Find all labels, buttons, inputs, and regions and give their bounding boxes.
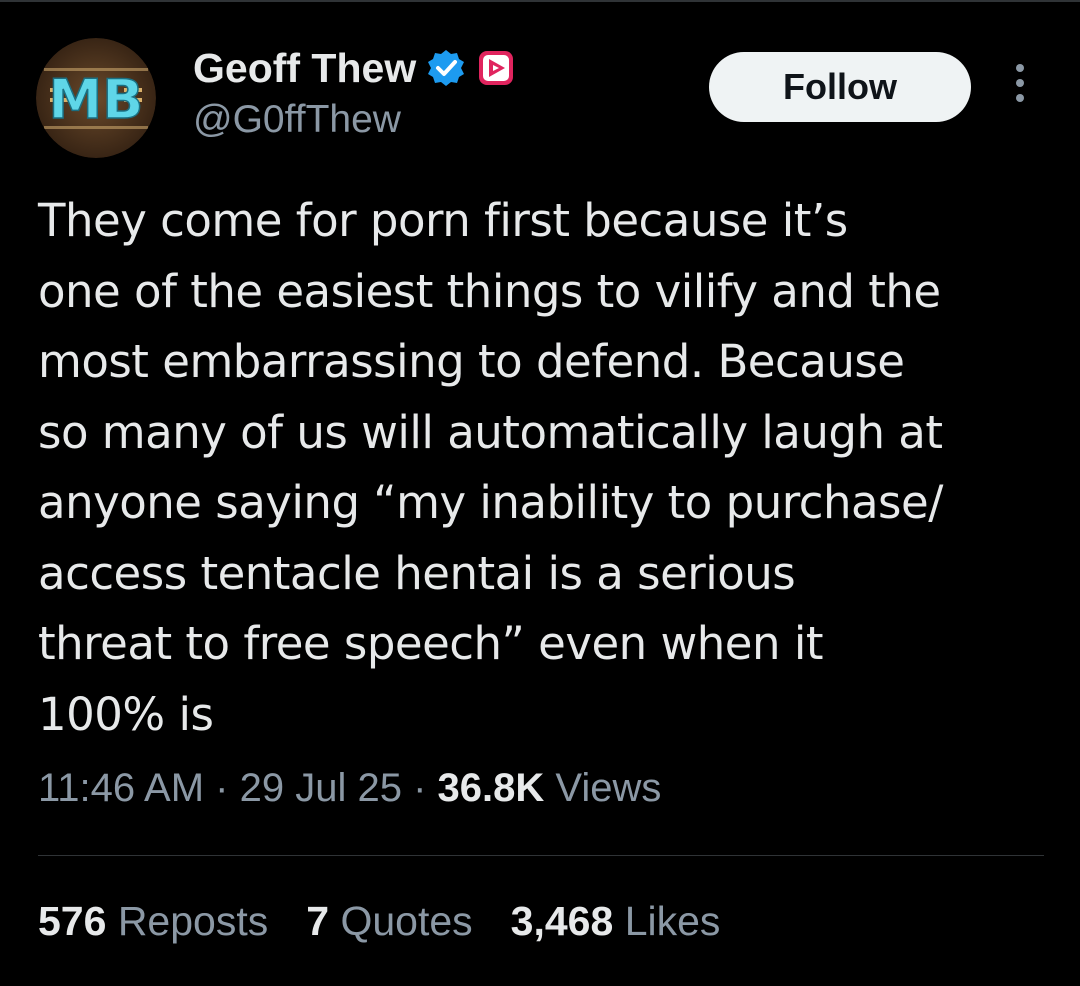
meta-separator: · <box>413 766 427 810</box>
engagement-stats: 576 Reposts 7 Quotes 3,468 Likes <box>38 898 720 945</box>
avatar[interactable]: MB <box>36 38 156 158</box>
tweet-time[interactable]: 11:46 AM <box>38 766 204 810</box>
quotes-label: Quotes <box>340 898 473 944</box>
likes-count: 3,468 <box>510 898 614 944</box>
top-border <box>0 0 1080 2</box>
tweet-date[interactable]: 29 Jul 25 <box>240 766 402 810</box>
reposts-stat[interactable]: 576 Reposts <box>38 898 268 945</box>
more-vertical-icon[interactable] <box>1008 64 1032 110</box>
likes-label: Likes <box>624 898 721 944</box>
tweet-meta: 11:46 AM · 29 Jul 25 · 36.8K Views <box>38 766 661 811</box>
author-handle[interactable]: @G0ffThew <box>193 98 401 142</box>
meta-separator: · <box>215 766 229 810</box>
author-name-row: Geoff Thew <box>193 44 516 92</box>
views-count: 36.8K <box>437 766 545 810</box>
avatar-image: MB <box>36 38 156 158</box>
likes-stat[interactable]: 3,468 Likes <box>511 898 721 945</box>
verified-badge-icon[interactable] <box>426 48 466 88</box>
divider <box>38 855 1044 856</box>
reposts-label: Reposts <box>117 898 269 944</box>
svg-text:MB: MB <box>49 68 144 131</box>
play-badge-icon[interactable] <box>476 48 516 88</box>
author-display-name[interactable]: Geoff Thew <box>193 45 416 92</box>
reposts-count: 576 <box>38 898 107 944</box>
tweet-text: They come for porn first because it’s on… <box>38 194 943 741</box>
quotes-stat[interactable]: 7 Quotes <box>306 898 472 945</box>
follow-button[interactable]: Follow <box>709 52 971 122</box>
quotes-count: 7 <box>306 898 330 944</box>
views-label: Views <box>555 766 662 810</box>
